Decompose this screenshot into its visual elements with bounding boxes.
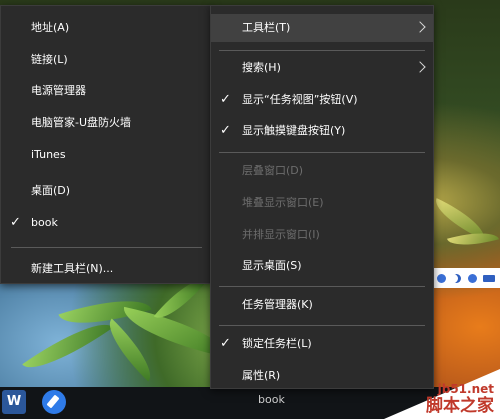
checkmark-icon: ✓ [220, 123, 231, 138]
submenu-item-label: book [31, 216, 58, 229]
menu-item-label: 锁定任务栏(L) [242, 337, 312, 350]
menu-item-toolbars[interactable]: 工具栏(T) [211, 14, 433, 42]
watermark-logo: jb51.net 脚本之家 [384, 369, 500, 419]
taskbar-context-menu: 工具栏(T) 搜索(H) ✓ 显示“任务视图”按钮(V) ✓ 显示触摸键盘按钮(… [210, 5, 434, 389]
word-app-icon[interactable]: W [2, 390, 26, 414]
submenu-item-address[interactable]: 地址(A) [1, 14, 212, 42]
checkmark-icon: ✓ [220, 336, 231, 351]
submenu-item-label: 链接(L) [31, 53, 68, 66]
menu-item-stack-windows: 堆叠显示窗口(E) [211, 189, 433, 217]
submenu-item-new-toolbar[interactable]: 新建工具栏(N)... [1, 255, 212, 283]
menu-item-label: 搜索(H) [242, 61, 281, 74]
menu-item-label: 显示“任务视图”按钮(V) [242, 93, 358, 106]
menu-item-task-manager[interactable]: 任务管理器(K) [211, 291, 433, 319]
menu-item-label: 显示桌面(S) [242, 259, 302, 272]
toolbars-submenu: 地址(A) 链接(L) 电源管理器 电脑管家-U盘防火墙 iTunes 桌面(D… [0, 5, 213, 284]
menu-item-label: 工具栏(T) [242, 21, 291, 34]
submenu-item-book[interactable]: ✓ book [1, 209, 212, 237]
submenu-item-label: 新建工具栏(N)... [31, 262, 114, 275]
submenu-item-power-manager[interactable]: 电源管理器 [1, 77, 212, 105]
menu-separator [11, 247, 202, 248]
menu-separator [219, 152, 425, 153]
network-icon[interactable] [437, 273, 447, 283]
moon-icon[interactable] [452, 274, 461, 283]
volume-icon[interactable] [467, 273, 477, 283]
submenu-item-itunes[interactable]: iTunes [1, 141, 212, 169]
menu-item-lock-taskbar[interactable]: ✓ 锁定任务栏(L) [211, 330, 433, 358]
menu-item-side-by-side-windows: 并排显示窗口(I) [211, 221, 433, 249]
checkmark-icon: ✓ [220, 92, 231, 107]
submenu-item-label: 桌面(D) [31, 184, 71, 197]
menu-item-label: 显示触摸键盘按钮(Y) [242, 124, 346, 137]
submenu-item-label: iTunes [31, 148, 66, 161]
menu-separator [219, 325, 425, 326]
submenu-item-desktop[interactable]: 桌面(D) [1, 177, 212, 205]
watermark-name: 脚本之家 [426, 396, 494, 416]
taskbar-book-toolbar[interactable]: book [258, 387, 285, 413]
menu-separator [219, 50, 425, 51]
menu-item-search[interactable]: 搜索(H) [211, 54, 433, 82]
submenu-item-label: 地址(A) [31, 21, 70, 34]
submenu-item-links[interactable]: 链接(L) [1, 46, 212, 74]
menu-item-cascade-windows: 层叠窗口(D) [211, 157, 433, 185]
chevron-right-icon [416, 14, 423, 42]
chevron-right-icon [416, 54, 423, 82]
pen-app-icon[interactable] [42, 390, 66, 414]
keyboard-icon[interactable] [482, 274, 495, 282]
menu-item-label: 属性(R) [242, 369, 281, 382]
menu-item-label: 任务管理器(K) [242, 298, 313, 311]
checkmark-icon: ✓ [10, 215, 21, 230]
menu-item-label: 并排显示窗口(I) [242, 228, 320, 241]
menu-item-show-touch-keyboard[interactable]: ✓ 显示触摸键盘按钮(Y) [211, 117, 433, 145]
submenu-item-label: 电脑管家-U盘防火墙 [31, 116, 132, 129]
menu-item-show-task-view[interactable]: ✓ 显示“任务视图”按钮(V) [211, 86, 433, 114]
menu-item-show-desktop[interactable]: 显示桌面(S) [211, 252, 433, 280]
tray-icons-strip [432, 268, 500, 288]
menu-separator [219, 286, 425, 287]
submenu-item-pc-manager-firewall[interactable]: 电脑管家-U盘防火墙 [1, 109, 212, 137]
submenu-item-label: 电源管理器 [31, 84, 86, 97]
menu-item-label: 堆叠显示窗口(E) [242, 196, 324, 209]
menu-item-label: 层叠窗口(D) [242, 164, 304, 177]
